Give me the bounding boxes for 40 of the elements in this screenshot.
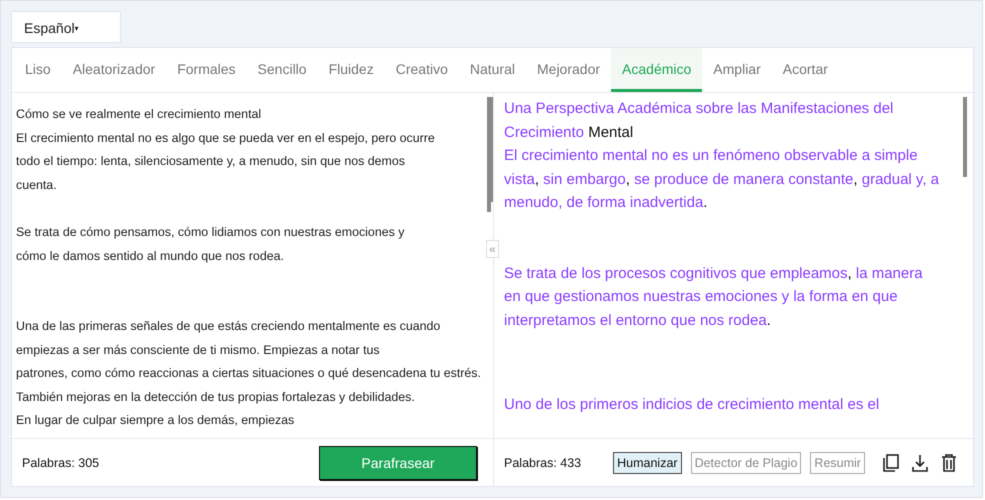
scrollbar[interactable]	[487, 97, 491, 212]
caret-icon: ▾	[74, 24, 79, 33]
mode-tab[interactable]: Sencillo	[246, 48, 318, 92]
mode-tab[interactable]: Creativo	[384, 48, 459, 92]
tool-button[interactable]: Detector de Plagio	[690, 452, 802, 474]
input-text-line: cuenta.	[16, 176, 58, 194]
paraphrase-button[interactable]: Parafrasear	[319, 446, 477, 480]
scrollbar[interactable]	[963, 97, 967, 177]
language-dropdown[interactable]: Español$^{▾}$	[11, 11, 121, 43]
mode-tab[interactable]: Académico	[611, 48, 702, 92]
input-text-line: Se trata de cómo pensamos, cómo lidiamos con nuestras emociones y	[16, 224, 406, 241]
input-text-line: El crecimiento mental no es algo que se pueda ver en el espejo, pero ocurre	[16, 130, 436, 147]
mode-tab[interactable]: Natural	[458, 48, 526, 92]
output-paragraph: El crecimiento mental no es un fenómeno observable a simple vista, sin embargo, se produce de manera constante, gradual y, a menudo, de forma inadvertida.	[504, 146, 939, 213]
trash-icon[interactable]	[941, 454, 957, 472]
mode-tab[interactable]: Mejorador	[526, 48, 612, 92]
input-text-line: En lugar de culpar siempre a los demás, empiezas	[16, 412, 296, 429]
input-text-line: patrones, como cómo reaccionas a ciertas situaciones o qué desencadena tu estrés.	[16, 365, 482, 382]
word-count: Palabras: 433	[504, 456, 582, 470]
copy-icon[interactable]	[883, 454, 899, 472]
mode-tab[interactable]: Aleatorizador	[62, 48, 166, 92]
output-paragraph: Una Perspectiva Académica sobre las Manifestaciones del Crecimiento Mental	[504, 99, 894, 142]
mode-tab[interactable]: Fluidez	[318, 48, 385, 92]
input-text-line: cómo le damos sentido al mundo que nos rodea.	[16, 248, 285, 265]
input-text-line: Una de las primeras señales de que estás creciendo mentalmente es cuando	[16, 318, 442, 335]
tool-button[interactable]: Resumir	[810, 452, 865, 474]
input-text-line: También mejoras en la detección de tus propias fortalezas y debilidades.	[16, 388, 416, 406]
mode-tab[interactable]: Formales	[166, 48, 247, 92]
collapse-button[interactable]: «	[486, 240, 499, 258]
mode-tab[interactable]: Liso	[14, 48, 62, 92]
download-icon[interactable]	[912, 454, 928, 472]
word-count: Palabras: 305	[22, 456, 100, 470]
input-text-line: empiezas a ser más consciente de ti mismo. Empiezas a notar tus	[16, 342, 381, 359]
tool-button[interactable]: Humanizar	[613, 452, 682, 474]
input-text-line: Cómo se ve realmente el crecimiento mental	[16, 106, 262, 123]
output-paragraph: Se trata de los procesos cognitivos que empleamos, la manera en que gestionamos nuestras emociones y la forma en que interpretamos el entorno que nos rodea.	[504, 264, 924, 330]
input-text-line: todo el tiempo: lenta, silenciosamente y, a menudo, sin que nos demos	[16, 153, 406, 170]
mode-tab[interactable]: Acortar	[772, 48, 839, 92]
output-paragraph: Uno de los primeros indicios de crecimiento mental es el	[504, 395, 880, 415]
mode-tab[interactable]: Ampliar	[702, 48, 772, 92]
